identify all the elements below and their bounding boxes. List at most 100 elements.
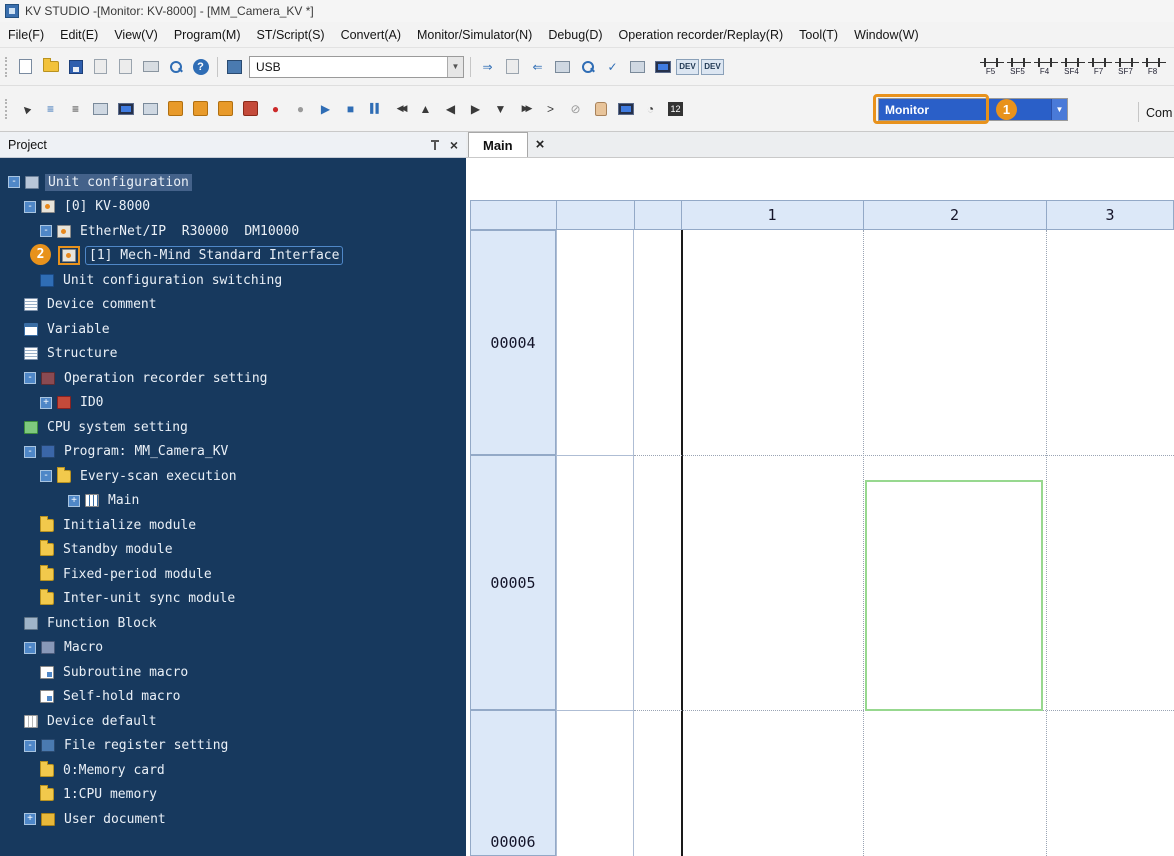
open-project-button[interactable] xyxy=(39,56,62,78)
rung-number-00006[interactable]: 00006 xyxy=(470,710,556,856)
stop-button[interactable]: ■ xyxy=(339,98,362,120)
menu-item-window[interactable]: Window(W) xyxy=(846,28,927,42)
expand-marker[interactable]: + xyxy=(68,495,80,507)
timer-button[interactable]: ◔ xyxy=(639,98,662,120)
mnemonic-list-button[interactable]: ≡ xyxy=(64,98,87,120)
expand-marker[interactable]: + xyxy=(24,813,36,825)
contact-sf5-button[interactable]: SF5 xyxy=(1005,53,1030,81)
replay-button[interactable] xyxy=(189,98,212,120)
collapse-marker[interactable]: - xyxy=(24,201,36,213)
chevron-down-icon[interactable]: ▼ xyxy=(447,57,463,77)
tree-item-standby-module[interactable]: Standby module xyxy=(0,538,466,563)
tree-item-cpu-memory[interactable]: 1:CPU memory xyxy=(0,783,466,808)
collapse-marker[interactable]: - xyxy=(24,446,36,458)
step-down-button[interactable]: ▼ xyxy=(489,98,512,120)
tree-item-mech-mind-interface[interactable]: [1] Mech-Mind Standard Interface xyxy=(0,244,466,269)
step-forward-button[interactable]: ▶ xyxy=(464,98,487,120)
verify-button[interactable] xyxy=(551,56,574,78)
contact-f4-button[interactable]: F4 xyxy=(1032,53,1057,81)
record-stop-button[interactable]: ● xyxy=(289,98,312,120)
print-button[interactable] xyxy=(139,56,162,78)
library-button[interactable] xyxy=(223,56,246,78)
function-f8-button[interactable]: F8 xyxy=(1140,53,1165,81)
operation-recorder-button[interactable] xyxy=(164,98,187,120)
registration-monitor-button[interactable]: 12 xyxy=(664,98,687,120)
close-panel-button[interactable]: × xyxy=(450,138,458,152)
tree-item-inter-unit-sync-module[interactable]: Inter-unit sync module xyxy=(0,587,466,612)
tree-item-variable[interactable]: Variable xyxy=(0,317,466,342)
help-button[interactable]: ? xyxy=(189,56,212,78)
menu-item-program[interactable]: Program(M) xyxy=(166,28,249,42)
new-file-button[interactable] xyxy=(14,56,37,78)
connection-combo[interactable]: USB ▼ xyxy=(249,56,464,78)
skip-to-start-button[interactable]: ◀◀ xyxy=(389,98,412,120)
tree-item-memory-card[interactable]: 0:Memory card xyxy=(0,758,466,783)
save-as-button[interactable] xyxy=(89,56,112,78)
disable-button[interactable]: ⊘ xyxy=(564,98,587,120)
transfer-to-plc-button[interactable]: ⇒ xyxy=(476,56,499,78)
tree-item-structure[interactable]: Structure xyxy=(0,342,466,367)
menu-item-monitor-simulator[interactable]: Monitor/Simulator(N) xyxy=(409,28,540,42)
menu-item-debug[interactable]: Debug(D) xyxy=(540,28,610,42)
select-mode-button[interactable]: ▲ xyxy=(14,98,37,120)
tree-item-operation-recorder-setting[interactable]: - Operation recorder setting xyxy=(0,366,466,391)
step-run-button[interactable]: > xyxy=(539,98,562,120)
rung-number-00005[interactable]: 00005 xyxy=(470,455,556,710)
tree-item-subroutine-macro[interactable]: Subroutine macro xyxy=(0,660,466,685)
tree-item-user-document[interactable]: + User document xyxy=(0,807,466,832)
tree-item-function-block[interactable]: Function Block xyxy=(0,611,466,636)
tree-item-device-default[interactable]: Device default xyxy=(0,709,466,734)
unit-check-button[interactable]: ✓ xyxy=(601,56,624,78)
menu-item-operation-recorder[interactable]: Operation recorder/Replay(R) xyxy=(611,28,792,42)
step-back-button[interactable]: ◀ xyxy=(439,98,462,120)
record-button[interactable]: ● xyxy=(264,98,287,120)
menu-item-view[interactable]: View(V) xyxy=(106,28,166,42)
toolbar-grip[interactable] xyxy=(5,57,9,77)
menu-item-st-script[interactable]: ST/Script(S) xyxy=(249,28,333,42)
time-chart-button[interactable] xyxy=(214,98,237,120)
tree-item-file-register-setting[interactable]: - File register setting xyxy=(0,734,466,759)
tree-item-every-scan-execution[interactable]: - Every-scan execution xyxy=(0,464,466,489)
error-monitor-button[interactable] xyxy=(239,98,262,120)
tree-item-ethernet-ip[interactable]: - EtherNet/IP R30000 DM10000 xyxy=(0,219,466,244)
unit-monitor-button[interactable] xyxy=(114,98,137,120)
chevron-down-icon[interactable]: ▼ xyxy=(1051,99,1067,120)
watch-window-button[interactable] xyxy=(139,98,162,120)
pause-hand-button[interactable] xyxy=(589,98,612,120)
mode-combo[interactable]: Monitor ▼ xyxy=(878,98,1068,121)
collapse-marker[interactable]: - xyxy=(24,642,36,654)
tree-item-main[interactable]: + Main xyxy=(0,489,466,514)
save-button[interactable] xyxy=(64,56,87,78)
tree-item-program[interactable]: - Program: MM_Camera_KV xyxy=(0,440,466,465)
menu-item-convert[interactable]: Convert(A) xyxy=(333,28,409,42)
dev-monitor-button-2[interactable]: DEV xyxy=(701,56,724,78)
toolbar-grip[interactable] xyxy=(5,99,9,119)
unit-editor-button[interactable] xyxy=(626,56,649,78)
transfer-monitor-button[interactable] xyxy=(501,56,524,78)
tree-item-cpu-system-setting[interactable]: CPU system setting xyxy=(0,415,466,440)
step-up-button[interactable]: ▲ xyxy=(414,98,437,120)
dev-monitor-button-1[interactable]: DEV xyxy=(676,56,699,78)
collapse-marker[interactable]: - xyxy=(24,372,36,384)
collapse-marker[interactable]: - xyxy=(24,740,36,752)
collapse-marker[interactable]: - xyxy=(40,225,52,237)
tree-item-initialize-module[interactable]: Initialize module xyxy=(0,513,466,538)
tree-item-device-comment[interactable]: Device comment xyxy=(0,293,466,318)
rung-number-00004[interactable]: 00004 xyxy=(470,230,556,455)
close-tab-button[interactable]: × xyxy=(528,132,553,157)
search-button[interactable] xyxy=(164,56,187,78)
tree-item-fixed-period-module[interactable]: Fixed-period module xyxy=(0,562,466,587)
contact-sf4-button[interactable]: SF4 xyxy=(1059,53,1084,81)
tree-item-unit-config-switching[interactable]: Unit configuration switching xyxy=(0,268,466,293)
simulator-button[interactable] xyxy=(651,56,674,78)
contact-f5-button[interactable]: F5 xyxy=(978,53,1003,81)
menu-item-edit[interactable]: Edit(E) xyxy=(52,28,106,42)
tree-item-self-hold-macro[interactable]: Self-hold macro xyxy=(0,685,466,710)
collapse-marker[interactable]: - xyxy=(40,470,52,482)
collapse-marker[interactable]: - xyxy=(8,176,20,188)
tree-item-unit-configuration[interactable]: - Unit configuration xyxy=(0,170,466,195)
print-preview-button[interactable] xyxy=(114,56,137,78)
tree-item-macro[interactable]: - Macro xyxy=(0,636,466,661)
expand-marker[interactable]: + xyxy=(40,397,52,409)
ladder-view-button[interactable] xyxy=(89,98,112,120)
